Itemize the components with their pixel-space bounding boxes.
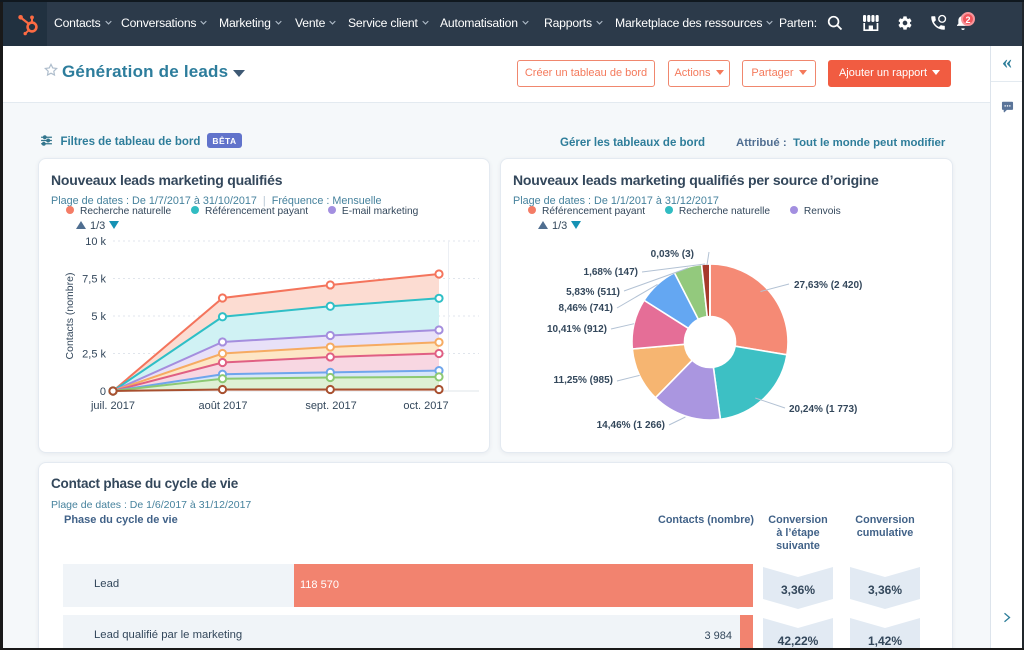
svg-text:27,63% (2 420): 27,63% (2 420) [794, 280, 862, 291]
svg-text:0,03% (3): 0,03% (3) [651, 249, 694, 260]
svg-text:3,36%: 3,36% [868, 583, 902, 597]
svg-text:8,46% (741): 8,46% (741) [559, 303, 613, 314]
svg-text:7,5 k: 7,5 k [82, 274, 106, 286]
svg-text:11,25% (985): 11,25% (985) [554, 375, 614, 386]
svg-text:Contacts (nombre): Contacts (nombre) [64, 273, 76, 360]
svg-text:10 k: 10 k [85, 236, 106, 248]
svg-text:2,5 k: 2,5 k [82, 349, 106, 361]
svg-text:20,24% (1 773): 20,24% (1 773) [789, 404, 857, 415]
svg-text:0: 0 [100, 386, 106, 398]
svg-text:14,46% (1 266): 14,46% (1 266) [597, 420, 665, 431]
svg-text:42,22%: 42,22% [778, 634, 819, 648]
svg-text:juil. 2017: juil. 2017 [90, 400, 135, 412]
svg-text:oct. 2017: oct. 2017 [403, 400, 448, 412]
svg-text:5,83% (511): 5,83% (511) [566, 287, 620, 298]
svg-text:1,42%: 1,42% [868, 634, 902, 648]
svg-text:sept. 2017: sept. 2017 [305, 400, 356, 412]
svg-text:1,68% (147): 1,68% (147) [584, 267, 638, 278]
svg-text:10,41% (912): 10,41% (912) [547, 324, 607, 335]
svg-text:3,36%: 3,36% [781, 583, 815, 597]
svg-text:août 2017: août 2017 [199, 400, 248, 412]
svg-text:5 k: 5 k [91, 311, 106, 323]
